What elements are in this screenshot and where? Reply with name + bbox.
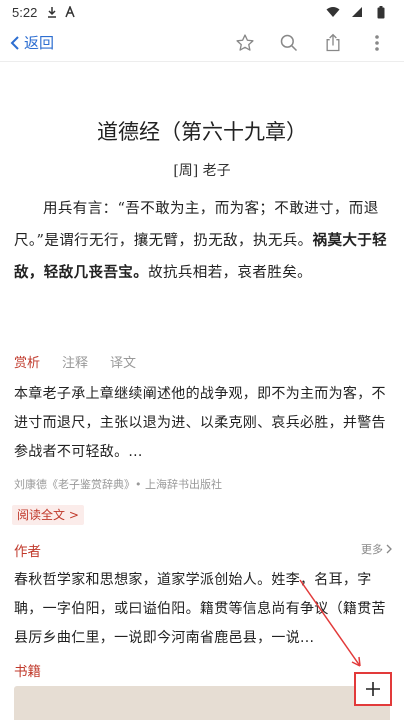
read-all-button[interactable]: 阅读全文 > [12, 505, 84, 525]
chevron-right-icon [386, 544, 392, 554]
poem-part: 故抗兵相若，哀者胜矣。 [148, 265, 313, 281]
share-icon[interactable] [322, 32, 344, 54]
appreciation-source: 刘康德《老子鉴赏辞典》• 上海辞书出版社 [14, 478, 222, 491]
content-tabs: 赏析 注释 译文 [14, 352, 136, 371]
author-bio: 春秋哲学家和思想家，道家学派创始人。姓李，名耳，字聃，一字伯阳，或曰谥伯阳。籍贯… [14, 572, 386, 646]
tab-translation[interactable]: 译文 [110, 352, 136, 371]
poem-text: 用兵有言：“吾不敢为主，而为客；不敢进寸，而退尺。”是谓行无行，攘无臂，扔无敌，… [14, 194, 392, 289]
signal-icon [350, 5, 364, 19]
nav-bar: 返回 [0, 24, 404, 62]
poem-title: 道德经（第六十九章） [97, 120, 307, 144]
plus-icon [366, 682, 380, 696]
poem-author: [周] 老子 [173, 163, 231, 179]
back-label: 返回 [24, 34, 55, 52]
author-section-label: 作者 [14, 544, 41, 560]
book-cover-strip[interactable] [14, 686, 390, 720]
books-section-label: 书籍 [14, 664, 41, 680]
tab-notes[interactable]: 注释 [62, 352, 88, 371]
more-label: 更多 [361, 543, 383, 556]
status-bar: 5:22 [0, 0, 404, 24]
star-icon[interactable] [234, 32, 256, 54]
tab-appreciation[interactable]: 赏析 [14, 352, 40, 371]
wifi-icon [326, 5, 340, 19]
status-time: 5:22 [12, 4, 38, 20]
battery-icon [374, 5, 388, 19]
more-vert-icon[interactable] [366, 32, 388, 54]
search-icon[interactable] [278, 32, 300, 54]
chevron-left-icon [10, 35, 19, 50]
author-more-button[interactable]: 更多 [361, 541, 392, 557]
back-button[interactable]: 返回 [10, 32, 54, 53]
notification-a-icon [63, 5, 77, 19]
add-button[interactable] [354, 672, 392, 706]
download-icon [45, 5, 59, 19]
appreciation-text: 本章老子承上章继续阐述他的战争观，即不为主而为客，不进寸而退尺，主张以退为进、以… [14, 386, 386, 460]
